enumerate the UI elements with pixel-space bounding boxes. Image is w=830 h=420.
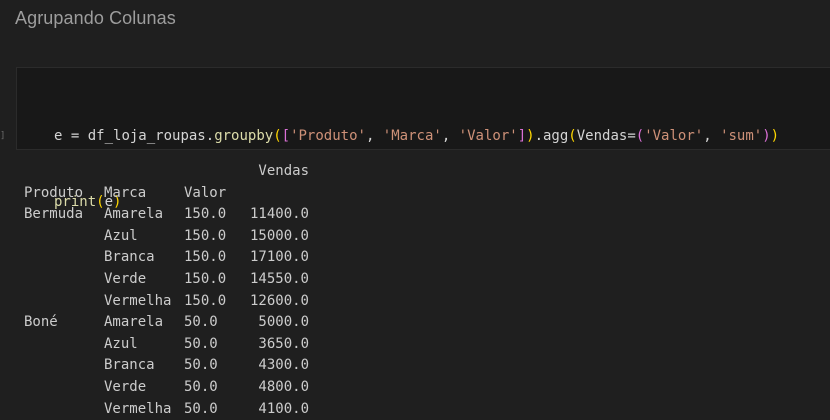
cell-marca: Branca xyxy=(104,357,155,374)
cell-vendas: 15000.0 xyxy=(249,227,309,244)
output-row: Verde 150.0 14550.0 xyxy=(24,269,309,291)
cell-vendas: 5000.0 xyxy=(258,314,309,331)
cell-marca: Amarela xyxy=(104,206,164,223)
code-token: 'Marca' xyxy=(382,128,442,144)
cell-marca: Branca xyxy=(104,249,155,266)
code-token: , xyxy=(703,128,721,144)
index-header-produto: Produto xyxy=(24,184,84,201)
cell-left-border xyxy=(16,67,17,150)
cell-marca: Azul xyxy=(104,335,138,352)
cell-vendas: 4300.0 xyxy=(258,357,309,374)
cell-output: Vendas Produto Marca Valor Bermuda Amarel… xyxy=(24,161,309,420)
code-token: ] xyxy=(517,128,527,144)
cell-valor: 50.0 xyxy=(184,378,218,395)
cell-vendas: 12600.0 xyxy=(249,292,309,309)
code-token: , xyxy=(365,128,383,144)
cell-valor: 150.0 xyxy=(184,292,227,309)
code-token: ) xyxy=(762,128,771,144)
code-token: ( xyxy=(273,128,282,144)
output-index-header-row: Produto Marca Valor xyxy=(24,183,226,205)
code-token: 'Valor' xyxy=(644,128,704,144)
cell-valor: 150.0 xyxy=(184,249,227,266)
cell-vendas: 4100.0 xyxy=(258,400,309,417)
cell-valor: 50.0 xyxy=(184,314,218,331)
output-row: Branca 50.0 4300.0 xyxy=(24,355,309,377)
output-row: Azul 50.0 3650.0 xyxy=(24,334,309,356)
output-row: Bermuda Amarela 150.0 11400.0 xyxy=(24,204,309,226)
index-header-valor: Valor xyxy=(184,184,227,201)
code-token: ) xyxy=(526,128,535,144)
cell-vendas: 11400.0 xyxy=(249,206,309,223)
cell-vendas: 4800.0 xyxy=(258,378,309,395)
code-token: groupby xyxy=(214,128,274,144)
cell-valor: 150.0 xyxy=(184,206,227,223)
cell-valor: 150.0 xyxy=(184,270,227,287)
code-token: . xyxy=(205,128,215,144)
code-token: [ xyxy=(281,128,291,144)
code-token: Vendas xyxy=(576,128,628,144)
cell-vendas: 17100.0 xyxy=(249,249,309,266)
cell-valor: 50.0 xyxy=(184,400,218,417)
code-token: ) xyxy=(770,128,780,144)
code-token: ( xyxy=(568,128,577,144)
output-value-header-row: Vendas xyxy=(24,161,309,183)
cell-valor: 50.0 xyxy=(184,335,218,352)
output-row: Boné Amarela 50.0 5000.0 xyxy=(24,312,309,334)
output-row: Verde 50.0 4800.0 xyxy=(24,377,309,399)
index-header-marca: Marca xyxy=(104,184,147,201)
code-line-1: e = df_loja_roupas.groupby(['Produto', '… xyxy=(54,125,779,147)
code-token: 'sum' xyxy=(720,128,763,144)
cell-produto: Boné xyxy=(24,314,58,331)
cell-valor: 50.0 xyxy=(184,357,218,374)
cell-marca: Vermelha xyxy=(104,400,172,417)
cell-valor: 150.0 xyxy=(184,227,227,244)
cell-marca: Verde xyxy=(104,378,147,395)
output-row: Vermelha 150.0 12600.0 xyxy=(24,291,309,313)
output-rows: Bermuda Amarela 150.0 11400.0 Azul 150.0 15000… xyxy=(24,204,309,420)
code-token: , xyxy=(441,128,459,144)
code-token: ( xyxy=(635,128,645,144)
cell-marca: Verde xyxy=(104,270,147,287)
cell-produto: Bermuda xyxy=(24,206,84,223)
code-token: = xyxy=(62,128,88,144)
cell-vendas: 14550.0 xyxy=(249,270,309,287)
column-header-vendas: Vendas xyxy=(258,163,309,179)
output-row: Branca 150.0 17100.0 xyxy=(24,247,309,269)
execution-count: ] xyxy=(0,131,6,141)
cell-marca: Amarela xyxy=(104,314,164,331)
output-row: Vermelha 50.0 4100.0 xyxy=(24,399,309,420)
cell-vendas: 3650.0 xyxy=(258,335,309,352)
output-row: Azul 150.0 15000.0 xyxy=(24,226,309,248)
section-heading: Agrupando Colunas xyxy=(15,8,176,28)
code-token: agg xyxy=(543,128,569,144)
code-token: df_loja_roupas xyxy=(87,128,206,144)
code-token: 'Produto' xyxy=(290,128,366,144)
code-token: . xyxy=(534,128,543,144)
cell-marca: Vermelha xyxy=(104,292,172,309)
code-token: 'Valor' xyxy=(458,128,518,144)
cell-marca: Azul xyxy=(104,227,138,244)
code-token: = xyxy=(627,128,636,144)
